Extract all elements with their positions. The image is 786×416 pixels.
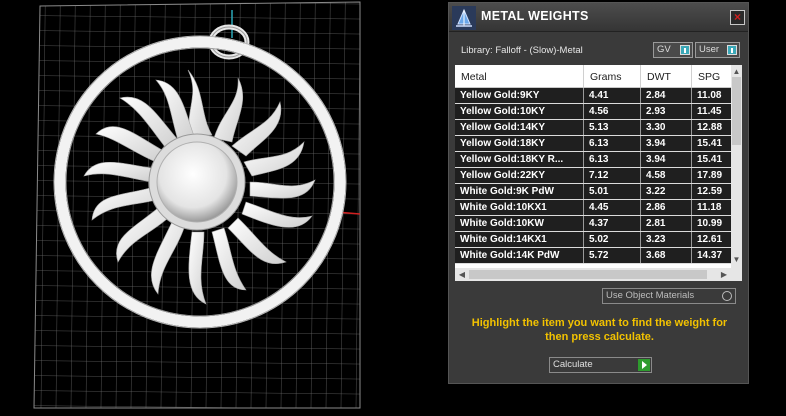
cell-spg: 11.18 [697, 202, 722, 213]
horizontal-scroll-thumb[interactable] [469, 270, 707, 279]
use-object-materials-button[interactable]: Use Object Materials [602, 288, 736, 304]
cell-dwt: 2.93 [641, 104, 692, 119]
cell-grams: 6.13 [584, 152, 641, 167]
cell-spg: 12.61 [697, 234, 723, 245]
cell-metal: Yellow Gold:9KY [455, 88, 584, 103]
cell-grams: 4.37 [584, 216, 641, 231]
cell-grams: 4.41 [584, 88, 641, 103]
column-header-dwt[interactable]: DWT [641, 65, 692, 87]
user-toggle-label: User [699, 44, 720, 55]
gv-toggle[interactable]: GV [653, 42, 693, 58]
table-row[interactable]: Yellow Gold:10KY 4.56 2.93 11.45 [455, 104, 731, 120]
cell-spg: 12.59 [697, 186, 723, 197]
cell-grams: 4.56 [584, 104, 641, 119]
cell-spg: 10.99 [697, 218, 723, 229]
title-bar[interactable]: METAL WEIGHTS × [449, 3, 748, 32]
cell-spg: 11.08 [697, 90, 722, 101]
close-button[interactable]: × [730, 10, 745, 25]
cell-grams: 5.01 [584, 184, 641, 199]
cell-dwt: 4.58 [641, 168, 692, 183]
toggle-indicator-icon [680, 45, 690, 55]
viewport-canvas[interactable] [0, 0, 448, 416]
cell-dwt: 3.68 [641, 248, 692, 263]
cell-dwt: 2.81 [641, 216, 692, 231]
panel-title: METAL WEIGHTS [481, 9, 589, 23]
vertical-scrollbar[interactable]: ▲ ▼ [731, 65, 742, 268]
table-row[interactable]: Yellow Gold:18KY R... 6.13 3.94 15.41 [455, 152, 731, 168]
cell-metal: White Gold:10KW [455, 216, 584, 231]
scroll-left-icon[interactable]: ◀ [457, 269, 467, 280]
cell-dwt: 2.86 [641, 200, 692, 215]
cell-grams: 5.02 [584, 232, 641, 247]
use-object-materials-label: Use Object Materials [606, 290, 695, 301]
table-row[interactable]: Yellow Gold:9KY 4.41 2.84 11.08 [455, 88, 731, 104]
vertical-scroll-thumb[interactable] [732, 77, 741, 145]
column-header-spg[interactable]: SPG [692, 65, 731, 87]
cell-metal: Yellow Gold:14KY [455, 120, 584, 135]
horizontal-scrollbar[interactable]: ◀ ▶ [455, 268, 742, 281]
scroll-down-icon[interactable]: ▼ [731, 255, 742, 265]
table-row[interactable]: Yellow Gold:18KY 6.13 3.94 15.41 [455, 136, 731, 152]
metal-weights-panel: METAL WEIGHTS × Library: Falloff - (Slow… [448, 2, 749, 384]
table-row[interactable]: White Gold:10KW 4.37 2.81 10.99 [455, 216, 731, 232]
cell-spg: 15.41 [697, 138, 723, 149]
cell-grams: 6.13 [584, 136, 641, 151]
cell-spg: 14.37 [697, 250, 723, 261]
table-row[interactable]: Yellow Gold:14KY 5.13 3.30 12.88 [455, 120, 731, 136]
cell-metal: Yellow Gold:22KY [455, 168, 584, 183]
cell-grams: 7.12 [584, 168, 641, 183]
user-toggle[interactable]: User [695, 42, 740, 58]
cell-metal: White Gold:9K PdW [455, 184, 584, 199]
scale-icon [452, 6, 476, 30]
instruction-text: Highlight the item you want to find the … [471, 317, 728, 343]
table-row[interactable]: White Gold:14KX1 5.02 3.23 12.61 [455, 232, 731, 248]
table-row[interactable]: Yellow Gold:22KY 7.12 4.58 17.89 [455, 168, 731, 184]
column-header-grams[interactable]: Grams [584, 65, 641, 87]
cell-dwt: 3.30 [641, 120, 692, 135]
table-header: Metal Grams DWT SPG [455, 65, 731, 88]
metal-table: Metal Grams DWT SPG Yellow Gold:9KY 4.41 2… [455, 65, 742, 281]
toggle-indicator-icon [727, 45, 737, 55]
cell-metal: Yellow Gold:18KY [455, 136, 584, 151]
cell-grams: 5.13 [584, 120, 641, 135]
scroll-right-icon[interactable]: ▶ [719, 269, 729, 280]
library-label: Library: Falloff - (Slow)-Metal [461, 45, 583, 56]
viewport-3d[interactable] [0, 0, 448, 416]
column-header-metal[interactable]: Metal [455, 65, 584, 87]
cell-dwt: 3.94 [641, 152, 692, 167]
cell-metal: Yellow Gold:18KY R... [455, 152, 584, 167]
cell-dwt: 3.94 [641, 136, 692, 151]
cell-dwt: 3.22 [641, 184, 692, 199]
cell-grams: 4.45 [584, 200, 641, 215]
cell-dwt: 3.23 [641, 232, 692, 247]
cell-spg: 11.45 [697, 106, 722, 117]
cell-grams: 5.72 [584, 248, 641, 263]
cell-metal: White Gold:10KX1 [455, 200, 584, 215]
scroll-up-icon[interactable]: ▲ [731, 67, 742, 77]
calculate-label: Calculate [553, 359, 593, 370]
cell-spg: 12.88 [697, 122, 723, 133]
play-arrow-icon [638, 359, 650, 371]
table-row[interactable]: White Gold:9K PdW 5.01 3.22 12.59 [455, 184, 731, 200]
calculate-button[interactable]: Calculate [549, 357, 652, 373]
radio-circle-icon [722, 291, 732, 301]
table-row[interactable]: White Gold:14K PdW 5.72 3.68 14.37 [455, 248, 731, 264]
gv-toggle-label: GV [657, 44, 671, 55]
cell-spg: 15.41 [697, 154, 723, 165]
cell-dwt: 2.84 [641, 88, 692, 103]
cell-metal: White Gold:14K PdW [455, 248, 584, 263]
cell-metal: White Gold:14KX1 [455, 232, 584, 247]
cell-spg: 17.89 [697, 170, 723, 181]
cell-metal: Yellow Gold:10KY [455, 104, 584, 119]
table-row[interactable]: White Gold:10KX1 4.45 2.86 11.18 [455, 200, 731, 216]
